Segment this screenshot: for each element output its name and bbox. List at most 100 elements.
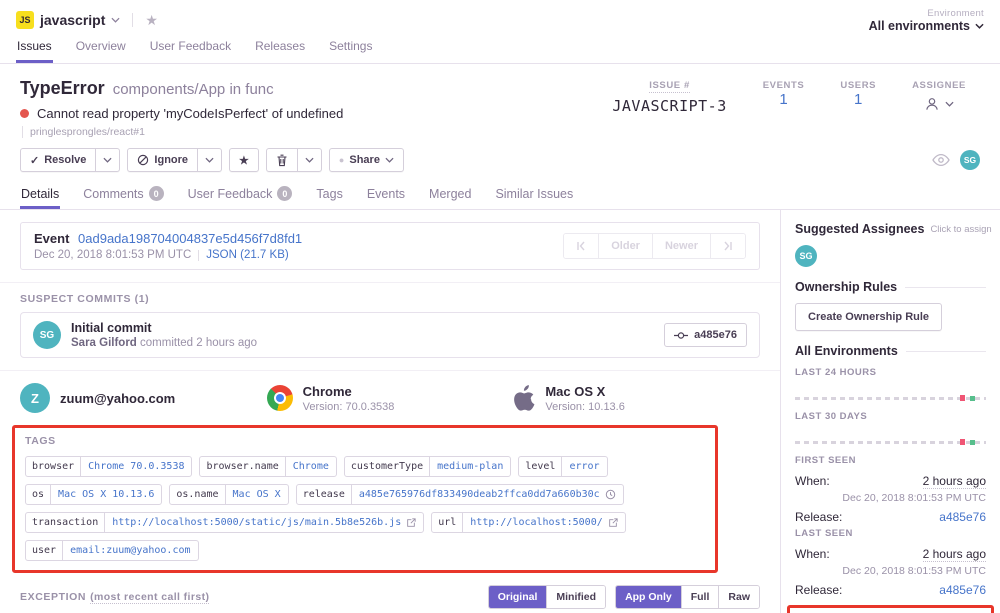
tag-value-link[interactable]: http://localhost:5000/ (462, 513, 624, 532)
issue-annotation[interactable]: pringlesprongles/react#1 (22, 126, 594, 138)
events-count-link[interactable]: 1 (779, 91, 787, 108)
tag-value-link[interactable]: a485e765976df833490deab2ffca0dd7a660b30c (351, 485, 623, 504)
issue-actions: ✓Resolve Ignore ★ ● (20, 148, 984, 172)
ownership-rules-heading: Ownership Rules (795, 280, 986, 294)
first-seen-when-label: When: (795, 474, 830, 488)
events-label: EVENTS (763, 80, 805, 91)
tag-pill: customerTypemedium-plan (344, 456, 511, 477)
divider (132, 13, 133, 27)
tag-value-link[interactable]: email:zuum@yahoo.com (62, 541, 197, 560)
tag-value-link[interactable]: error (561, 457, 606, 476)
nav-releases[interactable]: Releases (254, 34, 306, 63)
nav-user-feedback[interactable]: User Feedback (149, 34, 232, 63)
tab-similar-issues[interactable]: Similar Issues (494, 180, 574, 209)
toggle-minified[interactable]: Minified (546, 586, 605, 608)
tag-pill: os.nameMac OS X (169, 484, 288, 505)
sentry-issue-page: JS javascript ★ Environment All environm… (0, 0, 1000, 613)
share-button[interactable]: ● Share (329, 148, 404, 172)
first-event-button[interactable] (564, 234, 598, 258)
sparkline-event-bar (960, 439, 965, 445)
os-version: Version: 10.13.6 (545, 401, 625, 413)
tab-tags[interactable]: Tags (315, 180, 343, 209)
divider (906, 351, 986, 352)
users-count-link[interactable]: 1 (854, 91, 862, 108)
issue-title: TypeError (20, 78, 105, 98)
ignore-dropdown[interactable] (197, 149, 221, 171)
context-user: Z zuum@yahoo.com (20, 383, 267, 413)
os-name: Mac OS X (545, 384, 625, 399)
divider (905, 287, 986, 288)
environment-label: Environment (869, 8, 984, 19)
tab-merged[interactable]: Merged (428, 180, 472, 209)
commit-sha-button[interactable]: a485e76 (664, 323, 747, 347)
event-toolbar: Event 0ad9ada198704004837e5d456f7d8fd1 D… (20, 222, 760, 270)
last-24-hours-sparkline (795, 378, 986, 404)
first-seen-absolute: Dec 20, 2018 8:01:53 PM UTC (795, 492, 986, 504)
external-link-icon[interactable] (608, 518, 618, 528)
event-id-link[interactable]: 0ad9ada198704004837e5d456f7d8fd1 (78, 231, 302, 246)
delete-dropdown[interactable] (297, 149, 321, 171)
toggle-full[interactable]: Full (681, 586, 719, 608)
suspect-commit-card: SG Initial commit Sara Gilford committed… (20, 312, 760, 358)
exception-header: EXCEPTION (most recent call first) Origi… (20, 585, 760, 609)
ignore-button[interactable]: Ignore (127, 148, 222, 172)
toggle-raw[interactable]: Raw (718, 586, 759, 608)
chevron-down-icon (385, 157, 394, 163)
tab-details[interactable]: Details (20, 180, 60, 209)
resolve-dropdown[interactable] (95, 149, 119, 171)
commit-title: Initial commit (71, 321, 257, 335)
toggle-app-only[interactable]: App Only (616, 586, 681, 608)
chevron-down-icon (305, 157, 314, 163)
delete-button[interactable] (266, 148, 322, 172)
context-os: Mac OS X Version: 10.13.6 (513, 383, 760, 413)
nav-overview[interactable]: Overview (75, 34, 127, 63)
resolve-button[interactable]: ✓Resolve (20, 148, 120, 172)
comments-count-badge: 0 (149, 186, 164, 201)
assignee-selector[interactable] (912, 96, 966, 112)
create-ownership-rule-button[interactable]: Create Ownership Rule (795, 303, 942, 331)
environment-selector[interactable]: All environments (869, 19, 984, 33)
tag-value-link[interactable]: Chrome 70.0.3538 (80, 457, 191, 476)
tab-user-feedback[interactable]: User Feedback0 (187, 180, 294, 209)
tab-events[interactable]: Events (366, 180, 406, 209)
environment-block: Environment All environments (869, 8, 984, 33)
first-seen-release-link[interactable]: a485e76 (939, 510, 986, 524)
bookmark-star-icon[interactable]: ★ (145, 13, 158, 27)
tag-value-link[interactable]: Chrome (285, 457, 336, 476)
click-to-assign-hint: Click to assign (930, 224, 991, 235)
project-selector[interactable]: JS javascript (16, 11, 120, 29)
suggested-assignee-avatar[interactable]: SG (795, 245, 817, 267)
apple-icon (513, 385, 535, 412)
app-header: JS javascript ★ Environment All environm… (0, 0, 1000, 64)
context-browser: Chrome Version: 70.0.3538 (267, 383, 514, 413)
event-json-link[interactable]: JSON (21.7 KB) (206, 249, 288, 261)
commit-meta: committed 2 hours ago (140, 337, 257, 349)
event-pagination: Older Newer (563, 233, 746, 259)
last-event-button[interactable] (710, 234, 745, 258)
tag-value-link[interactable]: Mac OS X (225, 485, 288, 504)
subscribe-eye-icon[interactable] (932, 153, 950, 167)
toggle-original[interactable]: Original (489, 586, 547, 608)
user-avatar: Z (20, 383, 50, 413)
star-icon: ★ (239, 154, 249, 167)
browser-version: Version: 70.0.3538 (303, 401, 395, 413)
older-event-button[interactable]: Older (598, 234, 652, 258)
tag-value-link[interactable]: Mac OS X 10.13.6 (50, 485, 161, 504)
tag-value-link[interactable]: http://localhost:5000/static/js/main.5b8… (104, 513, 423, 532)
event-context-summary: Z zuum@yahoo.com Chrome Version: 70.0.35… (20, 371, 760, 423)
nav-issues[interactable]: Issues (16, 34, 53, 63)
exception-order-hint: (most recent call first) (90, 591, 209, 604)
tag-value-link[interactable]: medium-plan (429, 457, 510, 476)
tag-pill: releasea485e765976df833490deab2ffca0dd7a… (296, 484, 624, 505)
external-link-icon[interactable] (406, 518, 416, 528)
star-button[interactable]: ★ (229, 148, 259, 172)
tag-pill: browserChrome 70.0.3538 (25, 456, 192, 477)
issue-header: TypeErrorcomponents/App in func Cannot r… (0, 64, 1000, 180)
sparkline-event-bar (960, 395, 965, 401)
tab-comments[interactable]: Comments0 (82, 180, 164, 209)
last-seen-release-link[interactable]: a485e76 (939, 583, 986, 597)
tag-pill: urlhttp://localhost:5000/ (431, 512, 626, 533)
nav-settings[interactable]: Settings (328, 34, 373, 63)
sparkline-release-marker (970, 396, 975, 401)
newer-event-button[interactable]: Newer (652, 234, 710, 258)
